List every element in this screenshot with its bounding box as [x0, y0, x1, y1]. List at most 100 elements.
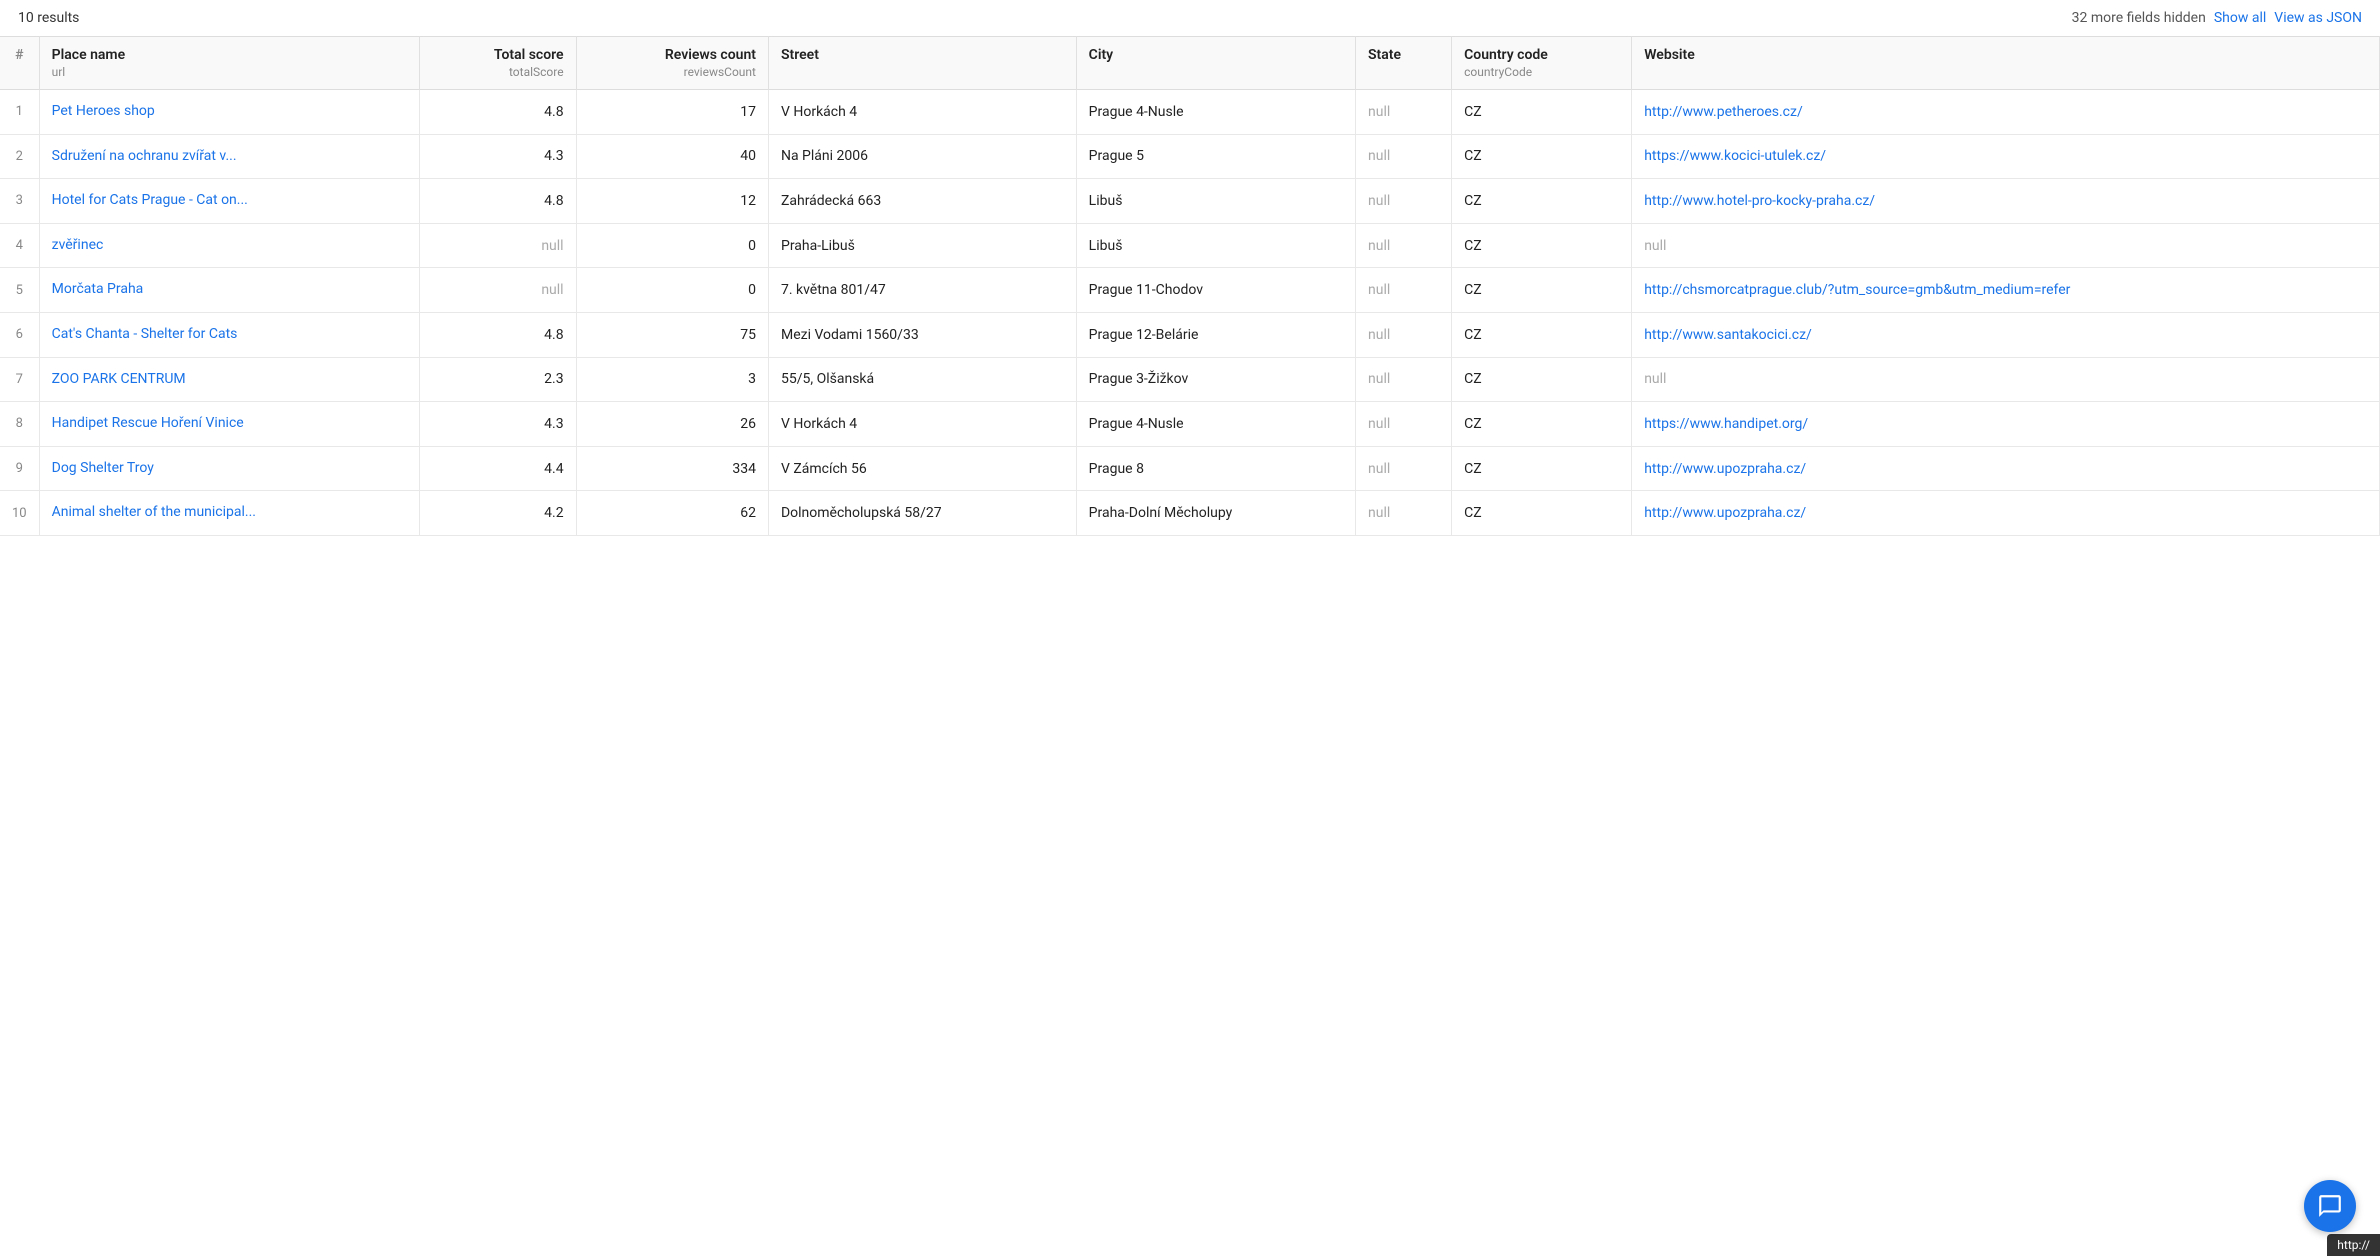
- cell-country-code: CZ: [1452, 402, 1632, 447]
- table-row: 2Sdružení na ochranu zvířat v...4.340Na …: [0, 134, 2380, 179]
- table-header-row: # Place name url Total score totalScore …: [0, 37, 2380, 90]
- cell-city: Prague 12-Belárie: [1076, 312, 1355, 357]
- place-name-link[interactable]: Hotel for Cats Prague - Cat on...: [52, 191, 407, 211]
- cell-reviews-count: 0: [576, 223, 768, 268]
- cell-total-score: 4.2: [419, 491, 576, 536]
- cell-website[interactable]: null: [1632, 357, 2380, 402]
- cell-place-name[interactable]: Pet Heroes shop: [39, 90, 419, 135]
- cell-state: null: [1356, 446, 1452, 491]
- website-link[interactable]: https://www.kocici-utulek.cz/: [1644, 148, 1826, 164]
- cell-place-name[interactable]: Handipet Rescue Hoření Vinice: [39, 402, 419, 447]
- cell-state: null: [1356, 357, 1452, 402]
- chat-button[interactable]: [2304, 1180, 2356, 1232]
- cell-street: V Horkách 4: [768, 402, 1076, 447]
- cell-website[interactable]: http://www.upozpraha.cz/: [1632, 446, 2380, 491]
- cell-street: 55/5, Olšanská: [768, 357, 1076, 402]
- cell-reviews-count: 334: [576, 446, 768, 491]
- results-table: # Place name url Total score totalScore …: [0, 36, 2380, 536]
- col-city: City: [1076, 37, 1355, 90]
- cell-country-code: CZ: [1452, 491, 1632, 536]
- place-name-link[interactable]: Morčata Praha: [52, 280, 407, 300]
- url-tooltip: http://: [2327, 1234, 2380, 1256]
- cell-country-code: CZ: [1452, 446, 1632, 491]
- cell-state: null: [1356, 90, 1452, 135]
- table-row: 6Cat's Chanta - Shelter for Cats4.875Mez…: [0, 312, 2380, 357]
- cell-reviews-count: 75: [576, 312, 768, 357]
- cell-place-name[interactable]: Sdružení na ochranu zvířat v...: [39, 134, 419, 179]
- cell-index: 10: [0, 491, 39, 536]
- place-name-link[interactable]: zvěřinec: [52, 236, 407, 256]
- place-name-link[interactable]: Sdružení na ochranu zvířat v...: [52, 147, 407, 167]
- cell-state: null: [1356, 402, 1452, 447]
- top-bar: 10 results 32 more fields hidden Show al…: [0, 0, 2380, 36]
- show-all-link[interactable]: Show all: [2214, 10, 2266, 26]
- cell-website[interactable]: https://www.kocici-utulek.cz/: [1632, 134, 2380, 179]
- cell-index: 9: [0, 446, 39, 491]
- cell-website[interactable]: http://chsmorcatprague.club/?utm_source=…: [1632, 268, 2380, 313]
- cell-website[interactable]: http://www.santakocici.cz/: [1632, 312, 2380, 357]
- cell-place-name[interactable]: Animal shelter of the municipal...: [39, 491, 419, 536]
- col-place-name: Place name url: [39, 37, 419, 90]
- cell-street: Mezi Vodami 1560/33: [768, 312, 1076, 357]
- cell-index: 1: [0, 90, 39, 135]
- cell-index: 2: [0, 134, 39, 179]
- table-row: 3Hotel for Cats Prague - Cat on...4.812Z…: [0, 179, 2380, 224]
- table-row: 1Pet Heroes shop4.817V Horkách 4Prague 4…: [0, 90, 2380, 135]
- cell-street: 7. května 801/47: [768, 268, 1076, 313]
- cell-city: Prague 11-Chodov: [1076, 268, 1355, 313]
- cell-city: Praha-Dolní Měcholupy: [1076, 491, 1355, 536]
- place-name-link[interactable]: Animal shelter of the municipal...: [52, 503, 407, 523]
- cell-index: 5: [0, 268, 39, 313]
- cell-country-code: CZ: [1452, 268, 1632, 313]
- place-name-link[interactable]: ZOO PARK CENTRUM: [52, 370, 407, 390]
- cell-website[interactable]: http://www.petheroes.cz/: [1632, 90, 2380, 135]
- col-total-score: Total score totalScore: [419, 37, 576, 90]
- cell-place-name[interactable]: ZOO PARK CENTRUM: [39, 357, 419, 402]
- website-link[interactable]: http://www.hotel-pro-kocky-praha.cz/: [1644, 193, 1875, 209]
- cell-place-name[interactable]: zvěřinec: [39, 223, 419, 268]
- cell-place-name[interactable]: Morčata Praha: [39, 268, 419, 313]
- view-as-json-link[interactable]: View as JSON: [2274, 10, 2362, 26]
- cell-city: Prague 8: [1076, 446, 1355, 491]
- cell-place-name[interactable]: Cat's Chanta - Shelter for Cats: [39, 312, 419, 357]
- cell-city: Prague 3-Žižkov: [1076, 357, 1355, 402]
- cell-total-score: 4.3: [419, 402, 576, 447]
- table-row: 9Dog Shelter Troy4.4334V Zámcích 56Pragu…: [0, 446, 2380, 491]
- results-count: 10 results: [18, 10, 79, 26]
- place-name-link[interactable]: Dog Shelter Troy: [52, 459, 407, 479]
- table-row: 5Morčata Prahanull07. května 801/47Pragu…: [0, 268, 2380, 313]
- cell-website[interactable]: null: [1632, 223, 2380, 268]
- website-link[interactable]: https://www.handipet.org/: [1644, 416, 1808, 432]
- cell-city: Libuš: [1076, 223, 1355, 268]
- cell-total-score: 4.3: [419, 134, 576, 179]
- place-name-link[interactable]: Pet Heroes shop: [52, 102, 407, 122]
- cell-website[interactable]: https://www.handipet.org/: [1632, 402, 2380, 447]
- cell-city: Prague 4-Nusle: [1076, 402, 1355, 447]
- cell-website[interactable]: http://www.upozpraha.cz/: [1632, 491, 2380, 536]
- hidden-fields-label: 32 more fields hidden: [2072, 10, 2206, 26]
- table-row: 4zvěřinecnull0Praha-LibušLibušnullCZnull: [0, 223, 2380, 268]
- cell-city: Prague 4-Nusle: [1076, 90, 1355, 135]
- cell-website[interactable]: http://www.hotel-pro-kocky-praha.cz/: [1632, 179, 2380, 224]
- cell-total-score: null: [419, 268, 576, 313]
- cell-reviews-count: 26: [576, 402, 768, 447]
- cell-street: Dolnoměcholupská 58/27: [768, 491, 1076, 536]
- col-index: #: [0, 37, 39, 90]
- cell-state: null: [1356, 223, 1452, 268]
- table-row: 7ZOO PARK CENTRUM2.3355/5, OlšanskáPragu…: [0, 357, 2380, 402]
- cell-total-score: 4.8: [419, 179, 576, 224]
- website-link[interactable]: http://www.santakocici.cz/: [1644, 327, 1812, 343]
- cell-place-name[interactable]: Hotel for Cats Prague - Cat on...: [39, 179, 419, 224]
- cell-index: 7: [0, 357, 39, 402]
- cell-place-name[interactable]: Dog Shelter Troy: [39, 446, 419, 491]
- cell-state: null: [1356, 268, 1452, 313]
- cell-total-score: 2.3: [419, 357, 576, 402]
- website-link[interactable]: http://www.upozpraha.cz/: [1644, 505, 1806, 521]
- place-name-link[interactable]: Cat's Chanta - Shelter for Cats: [52, 325, 407, 345]
- col-state: State: [1356, 37, 1452, 90]
- website-link[interactable]: http://www.petheroes.cz/: [1644, 104, 1803, 120]
- cell-country-code: CZ: [1452, 357, 1632, 402]
- website-link[interactable]: http://chsmorcatprague.club/?utm_source=…: [1644, 282, 2070, 298]
- website-link[interactable]: http://www.upozpraha.cz/: [1644, 461, 1806, 477]
- place-name-link[interactable]: Handipet Rescue Hoření Vinice: [52, 414, 407, 434]
